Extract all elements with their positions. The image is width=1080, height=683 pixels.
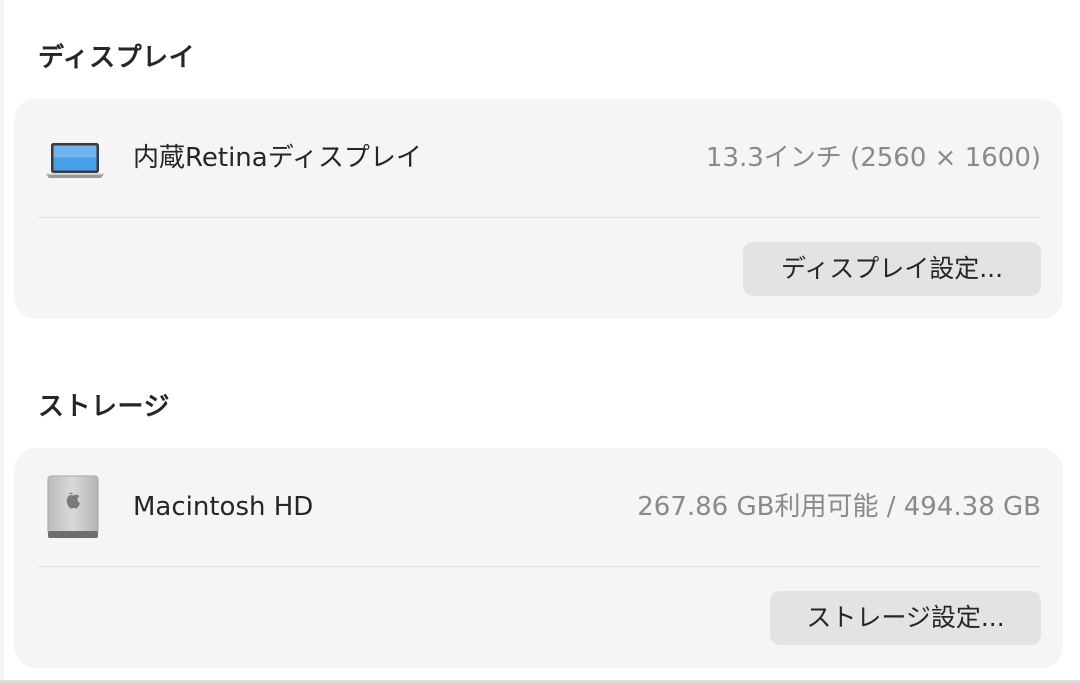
- storage-row: Macintosh HD 267.86 GB利用可能 / 494.38 GB: [14, 448, 1063, 566]
- display-resolution-value: 13.3インチ (2560 × 1600): [705, 143, 1041, 173]
- storage-section-title: ストレージ: [38, 392, 170, 422]
- laptop-icon: [46, 141, 104, 183]
- storage-volume-label: Macintosh HD: [133, 492, 314, 522]
- storage-divider: [38, 566, 1041, 567]
- display-name-label: 内蔵Retinaディスプレイ: [133, 143, 422, 173]
- left-edge: [0, 0, 4, 683]
- display-settings-button[interactable]: ディスプレイ設定...: [743, 242, 1041, 296]
- hard-drive-icon: [46, 475, 100, 543]
- display-divider: [38, 217, 1041, 218]
- display-card: 内蔵Retinaディスプレイ 13.3インチ (2560 × 1600) ディス…: [14, 99, 1063, 319]
- storage-capacity-value: 267.86 GB利用可能 / 494.38 GB: [637, 492, 1041, 522]
- storage-settings-button[interactable]: ストレージ設定...: [770, 591, 1041, 645]
- storage-card: Macintosh HD 267.86 GB利用可能 / 494.38 GB ス…: [14, 448, 1063, 668]
- display-section-title: ディスプレイ: [38, 43, 196, 73]
- display-row: 内蔵Retinaディスプレイ 13.3インチ (2560 × 1600): [14, 99, 1063, 217]
- system-info-panel: ディスプレイ 内蔵Retinaディスプレイ 13.3インチ (2560 × 16…: [0, 0, 1080, 683]
